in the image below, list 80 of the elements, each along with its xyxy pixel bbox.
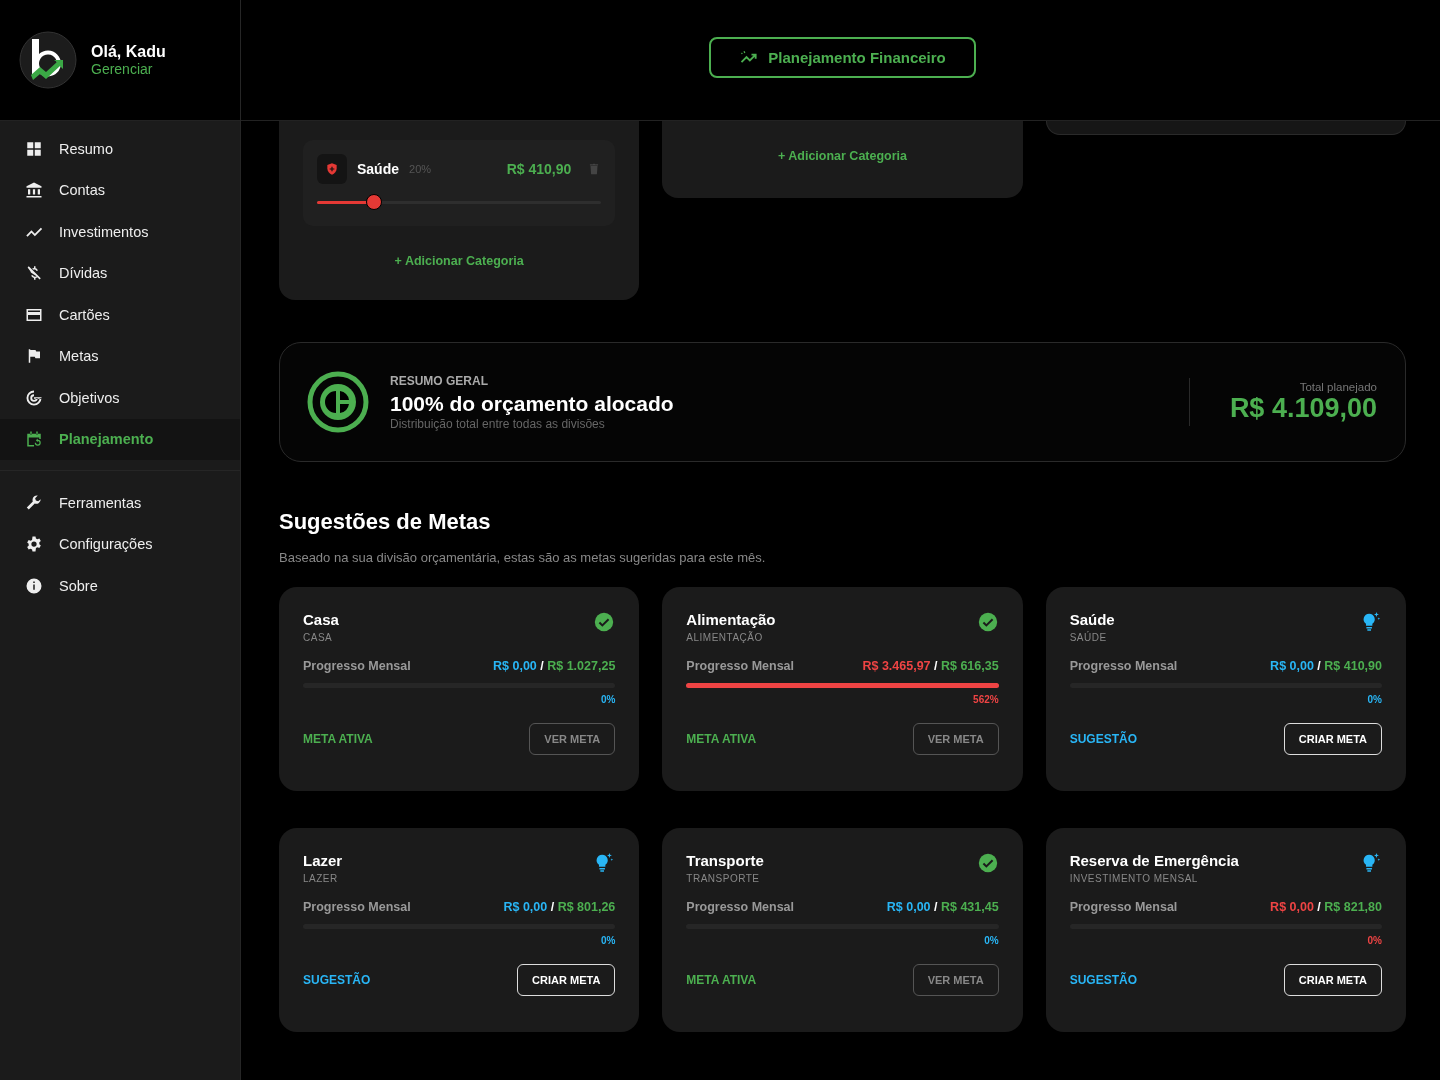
view-goal-button[interactable]: VER META	[912, 964, 999, 996]
nav-item[interactable]: Dívidas	[0, 252, 240, 294]
shield-icon	[317, 154, 347, 184]
progress-percent: 0%	[1367, 694, 1382, 705]
create-goal-button[interactable]: CRIAR META	[1283, 964, 1382, 996]
progress-label: Progresso Mensal	[1069, 659, 1178, 673]
progress-percent: 0%	[600, 694, 616, 705]
goal-category: TRANSPORTE	[686, 873, 761, 884]
category-amount: R$ 410,90	[506, 161, 572, 177]
summary-title: 100% do orçamento alocado	[390, 391, 675, 416]
nav-item[interactable]: Contas	[0, 169, 240, 211]
goal-category: INVESTIMENTO MENSAL	[1069, 873, 1199, 884]
progress-label: Progresso Mensal	[686, 900, 794, 914]
goal-status: SUGESTÃO	[303, 973, 371, 987]
goal-title: Transporte	[686, 852, 764, 869]
progress-amounts: R$ 0,00 / R$ 821,80	[1270, 900, 1382, 914]
nav-item[interactable]: Ferramentas	[0, 482, 240, 524]
category-name: Saúde	[357, 161, 399, 177]
section-title: Sugestões de Metas	[279, 509, 492, 535]
greeting: Olá, Kadu	[91, 43, 166, 61]
progress-amounts: R$ 0,00 / R$ 431,45	[886, 900, 999, 914]
progress-amounts: R$ 0,00 / R$ 1.027,25	[493, 659, 616, 673]
goal-status: SUGESTÃO	[1069, 973, 1137, 987]
progress-label: Progresso Mensal	[303, 659, 411, 673]
goal-title: Alimentação	[686, 611, 776, 628]
summary-subtitle: Distribuição total entre todas as divisões	[390, 416, 606, 431]
summary-eyebrow: RESUMO GERAL	[390, 373, 489, 388]
goal-title: Saúde	[1069, 611, 1115, 628]
goal-title: Casa	[303, 611, 339, 628]
goal-title: Lazer	[303, 852, 343, 869]
goal-title: Reserva de Emergência	[1069, 852, 1239, 869]
nav-item[interactable]: Metas	[0, 335, 240, 377]
progress-amounts: R$ 3.465,97 / R$ 616,35	[862, 659, 999, 673]
nav-item[interactable]: Configurações	[0, 523, 240, 565]
progress-label: Progresso Mensal	[1069, 900, 1178, 914]
progress-label: Progresso Mensal	[686, 659, 794, 673]
goal-category: CASA	[303, 632, 334, 643]
progress-percent: 562%	[973, 694, 999, 705]
create-goal-button[interactable]: CRIAR META	[517, 964, 616, 996]
trend-icon	[25, 225, 43, 238]
progress-percent: 0%	[600, 935, 616, 946]
goal-category: ALIMENTAÇÃO	[686, 632, 764, 643]
view-goal-button[interactable]: VER META	[529, 723, 616, 755]
progress-label: Progresso Mensal	[303, 900, 411, 914]
goal-status: META ATIVA	[686, 732, 757, 746]
goal-category: LAZER	[303, 873, 339, 884]
view-goal-button[interactable]: VER META	[912, 723, 999, 755]
add-category-link[interactable]: + Adicionar Categoria	[394, 254, 524, 268]
add-category-link[interactable]: + Adicionar Categoria	[777, 149, 908, 163]
no-dollar-icon	[25, 264, 43, 283]
goal-status: SUGESTÃO	[1069, 732, 1137, 746]
grid-icon	[25, 139, 43, 158]
progress-percent: 0%	[1367, 935, 1382, 946]
nav-item[interactable]: Investimentos	[0, 211, 240, 253]
percent-slider[interactable]	[317, 194, 602, 210]
info-icon	[25, 576, 43, 595]
calendar-icon	[25, 430, 43, 449]
goal-category: SAÚDE	[1069, 632, 1108, 643]
settings-icon	[25, 535, 43, 554]
logo-icon	[19, 31, 77, 89]
manage-link[interactable]: Gerenciar	[91, 61, 166, 77]
target-icon	[25, 388, 43, 407]
pie-chart-icon	[306, 370, 370, 434]
nav-item[interactable]: Resumo	[0, 128, 240, 170]
progress-amounts: R$ 0,00 / R$ 410,90	[1270, 659, 1382, 673]
progress-amounts: R$ 0,00 / R$ 801,26	[503, 900, 616, 914]
nav-item[interactable]: Cartões	[0, 294, 240, 336]
create-goal-button[interactable]: CRIAR META	[1283, 723, 1382, 755]
nav-item[interactable]: Sobre	[0, 565, 240, 607]
progress-percent: 0%	[984, 935, 999, 946]
goal-status: META ATIVA	[686, 973, 757, 987]
nav-item[interactable]: Objetivos	[0, 377, 240, 419]
financial-planning-button[interactable]: Planejamento Financeiro	[709, 37, 976, 78]
bank-icon	[25, 181, 43, 200]
goal-status: META ATIVA	[303, 732, 373, 746]
wrench-icon	[25, 493, 43, 512]
section-subtitle: Baseado na sua divisão orçamentária, estas são as metas sugeridas para este mês.	[279, 550, 767, 565]
total-amount: R$ 4.109,00	[1229, 392, 1377, 424]
total-label: Total planejado	[1299, 380, 1377, 393]
nav-item[interactable]: Planejamento	[0, 418, 240, 460]
